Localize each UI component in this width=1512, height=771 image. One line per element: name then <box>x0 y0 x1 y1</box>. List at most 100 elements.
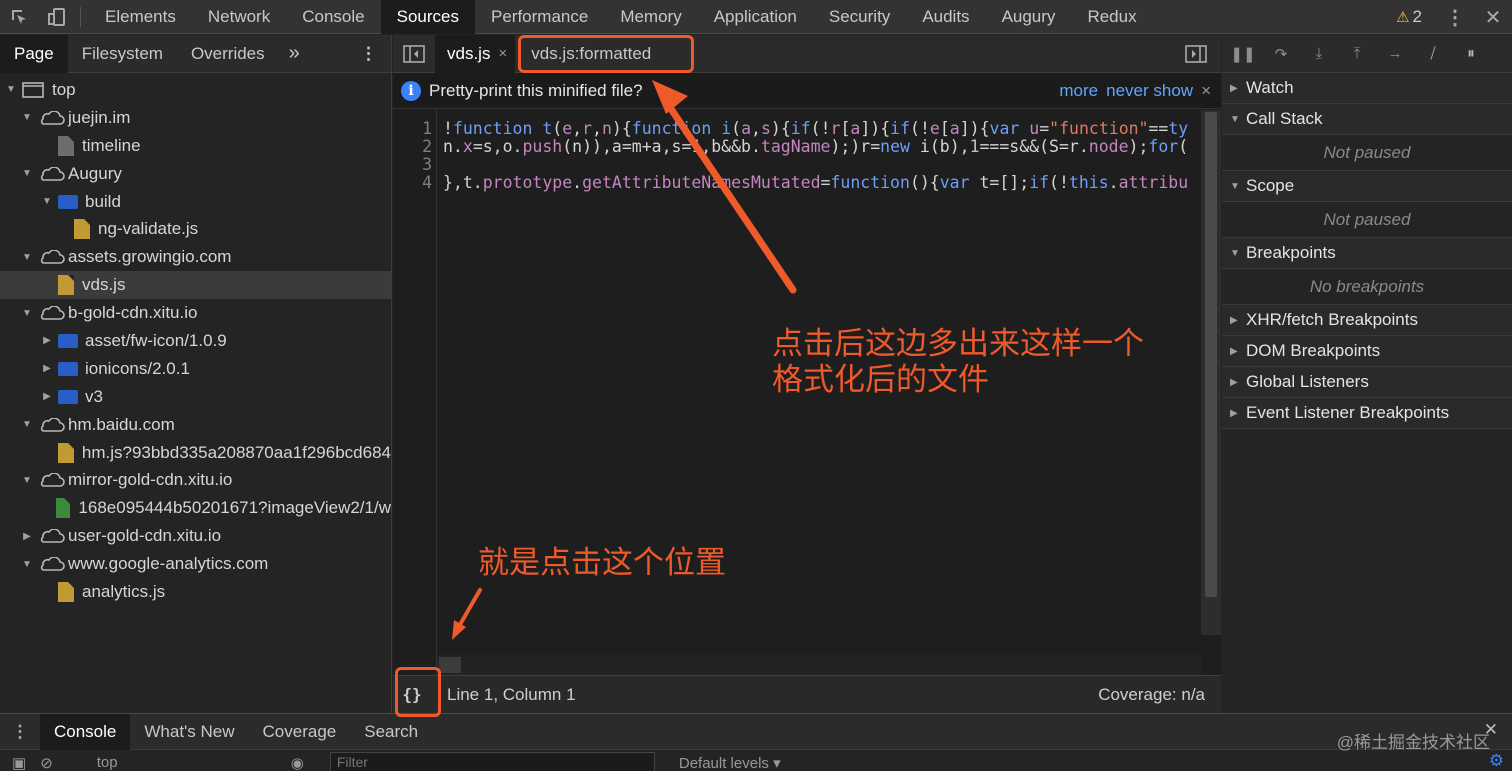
expanded-caret-icon[interactable]: ▼ <box>20 252 34 263</box>
navigator-menu-icon[interactable]: ⋮ <box>346 35 391 73</box>
code-lines: !function t(e,r,n){function i(a,s){if(!r… <box>443 110 1199 192</box>
tree-item[interactable]: analytics.js <box>0 578 391 606</box>
tree-item[interactable]: ▼ top <box>0 76 391 104</box>
expanded-caret-icon[interactable]: ▼ <box>20 112 34 123</box>
tab-whats-new[interactable]: What's New <box>130 714 248 750</box>
never-show-link[interactable]: never show <box>1106 81 1193 101</box>
step-into-icon[interactable]: ⤓ <box>1306 45 1332 62</box>
tree-item[interactable]: hm.js?93bbd335a208870aa1f296bcd684 <box>0 439 391 467</box>
tree-item[interactable]: ▼ assets.growingio.com <box>0 243 391 271</box>
tree-item[interactable]: ▼ hm.baidu.com <box>0 411 391 439</box>
scroll-thumb[interactable] <box>439 657 461 673</box>
eye-icon[interactable]: ◉ <box>291 754 304 771</box>
horizontal-scrollbar[interactable] <box>437 655 1201 675</box>
expanded-caret-icon[interactable]: ▼ <box>40 196 54 207</box>
step-icon[interactable]: → <box>1382 45 1408 62</box>
scroll-thumb[interactable] <box>1205 112 1217 597</box>
pause-on-exceptions-icon[interactable]: ⏸ <box>1458 45 1484 62</box>
tree-item[interactable]: ▶ v3 <box>0 383 391 411</box>
tree-item[interactable]: ▶ user-gold-cdn.xitu.io <box>0 522 391 550</box>
expanded-caret-icon[interactable]: ▼ <box>4 84 18 95</box>
tab-console[interactable]: Console <box>40 713 131 750</box>
tree-item-label: mirror-gold-cdn.xitu.io <box>68 470 233 490</box>
log-levels-dropdown[interactable]: Default levels ▾ <box>679 754 781 771</box>
tree-item[interactable]: timeline <box>0 132 391 160</box>
close-devtools-icon[interactable]: ✕ <box>1474 0 1512 34</box>
more-options-icon[interactable]: ⋮ <box>1436 0 1474 34</box>
panel-tab-memory[interactable]: Memory <box>604 0 697 34</box>
section-global-listeners[interactable]: ▶ Global Listeners <box>1222 367 1512 398</box>
close-tab-icon[interactable]: × <box>498 45 507 62</box>
tree-item[interactable]: vds.js <box>0 271 391 300</box>
inspect-element-icon[interactable] <box>0 0 38 34</box>
toggle-debugger-icon[interactable] <box>1175 35 1217 73</box>
toggle-navigator-icon[interactable] <box>393 35 435 73</box>
console-filter-input[interactable] <box>329 752 655 771</box>
section-breakpoints[interactable]: ▼ Breakpoints <box>1222 238 1512 269</box>
tree-item[interactable]: 168e095444b50201671?imageView2/1/w <box>0 494 391 522</box>
section-dom-breakpoints[interactable]: ▶ DOM Breakpoints <box>1222 336 1512 367</box>
section-scope[interactable]: ▼ Scope <box>1222 171 1512 202</box>
tab-overrides[interactable]: Overrides <box>177 35 279 73</box>
section-event-listener-breakpoints[interactable]: ▶ Event Listener Breakpoints <box>1222 398 1512 429</box>
pause-icon[interactable]: ❚❚ <box>1230 45 1256 63</box>
expanded-caret-icon[interactable]: ▼ <box>20 419 34 430</box>
expanded-caret-icon[interactable]: ▼ <box>20 475 34 486</box>
highlight-formatted-tab <box>518 35 694 73</box>
panel-tab-performance[interactable]: Performance <box>475 0 604 34</box>
tree-item-label: asset/fw-icon/1.0.9 <box>85 330 227 350</box>
tree-item[interactable]: ng-validate.js <box>0 215 391 243</box>
tab-search[interactable]: Search <box>350 714 432 750</box>
step-over-icon[interactable]: ↷ <box>1268 45 1294 63</box>
panel-tab-console[interactable]: Console <box>286 0 380 34</box>
editor-tab-vds[interactable]: vds.js × <box>435 34 516 73</box>
expanded-caret-icon[interactable]: ▼ <box>20 168 34 179</box>
tree-item[interactable]: ▼ build <box>0 188 391 216</box>
tree-item[interactable]: ▼ www.google-analytics.com <box>0 550 391 578</box>
panel-tab-sources[interactable]: Sources <box>380 0 475 34</box>
section-call-stack[interactable]: ▼ Call Stack <box>1222 104 1512 135</box>
tree-item[interactable]: ▶ asset/fw-icon/1.0.9 <box>0 327 391 355</box>
tab-page[interactable]: Page <box>0 34 68 73</box>
panel-tab-audits[interactable]: Audits <box>906 0 985 34</box>
collapsed-caret-icon[interactable]: ▶ <box>20 531 34 542</box>
warnings-counter[interactable]: ⚠ 2 <box>1382 7 1436 27</box>
panel-tab-network[interactable]: Network <box>192 0 286 34</box>
tree-item[interactable]: ▶ ionicons/2.0.1 <box>0 355 391 383</box>
drawer-menu-icon[interactable]: ⋮ <box>0 714 40 750</box>
panel-tabs: Elements Network Console Sources Performance… <box>89 0 1153 34</box>
tree-item[interactable]: ▼ Augury <box>0 160 391 188</box>
close-drawer-icon[interactable]: ✕ <box>1484 720 1498 740</box>
panel-tab-application[interactable]: Application <box>698 0 813 34</box>
collapsed-caret-icon[interactable]: ▶ <box>40 391 54 402</box>
more-tabs-icon[interactable]: » <box>279 35 310 73</box>
tab-coverage[interactable]: Coverage <box>249 714 351 750</box>
infobar-close-icon[interactable]: × <box>1201 81 1211 101</box>
tree-item-label: top <box>52 79 76 99</box>
section-watch[interactable]: ▶ Watch <box>1222 73 1512 104</box>
tab-filesystem[interactable]: Filesystem <box>68 35 177 73</box>
tree-item[interactable]: ▼ juejin.im <box>0 104 391 132</box>
vertical-scrollbar[interactable] <box>1201 110 1221 635</box>
step-out-icon[interactable]: ⤒ <box>1344 45 1370 62</box>
deactivate-breakpoints-icon[interactable]: ⧸ <box>1420 45 1446 62</box>
section-xhr-fetch-breakpoints[interactable]: ▶ XHR/fetch Breakpoints <box>1222 305 1512 336</box>
panel-tab-elements[interactable]: Elements <box>89 0 192 34</box>
collapsed-caret-icon[interactable]: ▶ <box>40 363 54 374</box>
context-selector[interactable]: top <box>97 754 277 771</box>
tree-item-label: ng-validate.js <box>98 219 199 239</box>
console-settings-icon[interactable]: ⚙ <box>1489 751 1504 771</box>
tree-item[interactable]: ▼ b-gold-cdn.xitu.io <box>0 299 391 327</box>
clear-console-icon[interactable]: ⊘ <box>40 754 53 771</box>
tree-item[interactable]: ▼ mirror-gold-cdn.xitu.io <box>0 466 391 494</box>
expanded-caret-icon[interactable]: ▼ <box>20 308 34 319</box>
device-toolbar-icon[interactable] <box>38 0 76 34</box>
panel-tab-security[interactable]: Security <box>813 0 906 34</box>
expanded-caret-icon[interactable]: ▼ <box>20 559 34 570</box>
folder-icon <box>58 194 78 209</box>
collapsed-caret-icon[interactable]: ▶ <box>40 335 54 346</box>
sidebar-toggle-icon[interactable]: ▣ <box>12 754 26 771</box>
more-link[interactable]: more <box>1059 81 1098 101</box>
panel-tab-redux[interactable]: Redux <box>1071 0 1152 34</box>
panel-tab-augury[interactable]: Augury <box>986 0 1072 34</box>
